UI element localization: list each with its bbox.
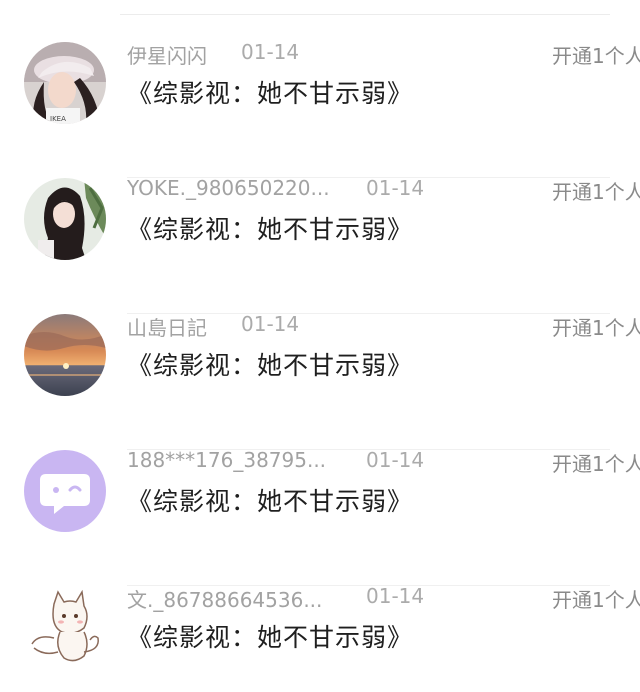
divider bbox=[120, 14, 610, 15]
username[interactable]: 山島日記 bbox=[127, 312, 207, 341]
action-text: 开通1个人 bbox=[552, 452, 640, 476]
cat-cartoon-avatar[interactable] bbox=[24, 586, 106, 668]
woman-cap-avatar[interactable]: IKEA bbox=[24, 42, 106, 124]
comment-date: 01-14 bbox=[366, 448, 425, 472]
comment-item[interactable]: 188***176_38795... 01-14 《综影视：她不甘示弱》 开通1… bbox=[0, 448, 640, 586]
username[interactable]: 文._86788664536... bbox=[127, 584, 322, 613]
sunset-sea-avatar[interactable] bbox=[24, 314, 106, 396]
username[interactable]: YOKE._980650220... bbox=[127, 176, 330, 200]
comment-text: 《综影视：她不甘示弱》 bbox=[127, 79, 414, 108]
comment-date: 01-14 bbox=[241, 312, 300, 336]
comment-item[interactable]: YOKE._980650220... 01-14 《综影视：她不甘示弱》 开通1… bbox=[0, 176, 640, 314]
comment-list: IKEA 伊星闪闪 01-14 《综影视：她不甘示弱》 开通1个人 YOKE._… bbox=[0, 0, 640, 692]
username[interactable]: 188***176_38795... bbox=[127, 448, 326, 472]
default-chat-avatar[interactable] bbox=[24, 450, 106, 532]
partial-badge bbox=[636, 613, 640, 633]
woman-long-hair-avatar[interactable] bbox=[24, 178, 106, 260]
comment-text: 《综影视：她不甘示弱》 bbox=[127, 351, 414, 380]
comment-text: 《综影视：她不甘示弱》 bbox=[127, 623, 414, 652]
svg-text:IKEA: IKEA bbox=[50, 115, 66, 123]
comment-date: 01-14 bbox=[366, 176, 425, 200]
comment-date: 01-14 bbox=[366, 584, 425, 608]
comment-text: 《综影视：她不甘示弱》 bbox=[127, 215, 414, 244]
comment-item[interactable]: 山島日記 01-14 《综影视：她不甘示弱》 开通1个人 bbox=[0, 312, 640, 450]
action-text: 开通1个人 bbox=[552, 44, 640, 68]
comment-item[interactable]: IKEA 伊星闪闪 01-14 《综影视：她不甘示弱》 开通1个人 bbox=[0, 40, 640, 178]
action-text: 开通1个人 bbox=[552, 180, 640, 204]
comment-date: 01-14 bbox=[241, 40, 300, 64]
username[interactable]: 伊星闪闪 bbox=[127, 40, 207, 69]
action-text: 开通1个人 bbox=[552, 588, 640, 612]
action-text: 开通1个人 bbox=[552, 316, 640, 340]
comment-item[interactable]: 文._86788664536... 01-14 《综影视：她不甘示弱》 开通1个… bbox=[0, 584, 640, 692]
comment-text: 《综影视：她不甘示弱》 bbox=[127, 487, 414, 516]
